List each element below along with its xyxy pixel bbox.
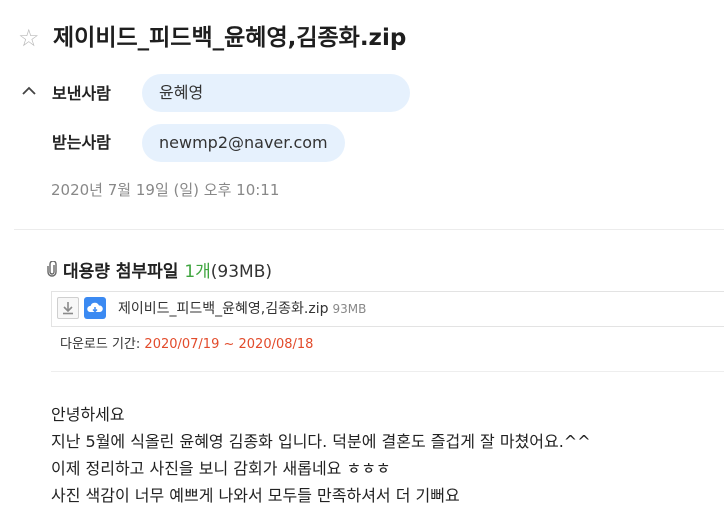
download-icon[interactable]	[57, 297, 79, 319]
attachment-total-size: (93MB)	[210, 262, 273, 282]
download-period-label: 다운로드 기간:	[60, 337, 141, 352]
mail-date: 2020년 7월 19일 (일) 오후 10:11	[51, 181, 280, 199]
star-icon[interactable]: ☆	[18, 25, 44, 51]
attachment-file-name: 제이비드_피드백_윤혜영,김종화.zip	[118, 301, 329, 317]
sender-pill[interactable]: 윤혜영	[142, 74, 410, 112]
attachment-header: 대용량 첨부파일 1개(93MB)	[47, 260, 272, 284]
attachment-divider	[51, 371, 724, 372]
body-line: 사진 색감이 너무 예쁘게 나와서 모두들 만족하셔서 더 기뻐요	[51, 486, 460, 505]
recipient-label: 받는사람	[52, 133, 111, 152]
recipient-pill[interactable]: newmp2@naver.com	[142, 124, 345, 162]
sender-label: 보낸사람	[52, 84, 111, 103]
download-period-range: 2020/07/19 ~ 2020/08/18	[144, 337, 314, 352]
paperclip-icon	[47, 260, 59, 284]
download-period: 다운로드 기간: 2020/07/19 ~ 2020/08/18	[60, 336, 313, 354]
sender-name: 윤혜영	[159, 83, 204, 102]
cloud-save-icon[interactable]	[84, 297, 106, 319]
mail-subject: 제이비드_피드백_윤혜영,김종화.zip	[53, 25, 407, 51]
attachment-file-size: 93MB	[332, 302, 367, 316]
body-line: 이제 정리하고 사진을 보니 감회가 새롭네요 ㅎㅎㅎ	[51, 459, 391, 478]
attachment-file-link[interactable]: 제이비드_피드백_윤혜영,김종화.zip 93MB	[118, 299, 366, 319]
recipient-email: newmp2@naver.com	[159, 133, 328, 152]
body-line: 지난 5월에 식올린 윤혜영 김종화 입니다. 덕분에 결혼도 즐겁게 잘 마쳤…	[51, 432, 591, 451]
header-divider	[14, 229, 724, 230]
body-line: 안녕하세요	[51, 405, 125, 424]
attachment-count: 1개	[184, 262, 211, 282]
attachment-title: 대용량 첨부파일	[63, 262, 179, 282]
chevron-up-icon[interactable]	[20, 82, 38, 100]
